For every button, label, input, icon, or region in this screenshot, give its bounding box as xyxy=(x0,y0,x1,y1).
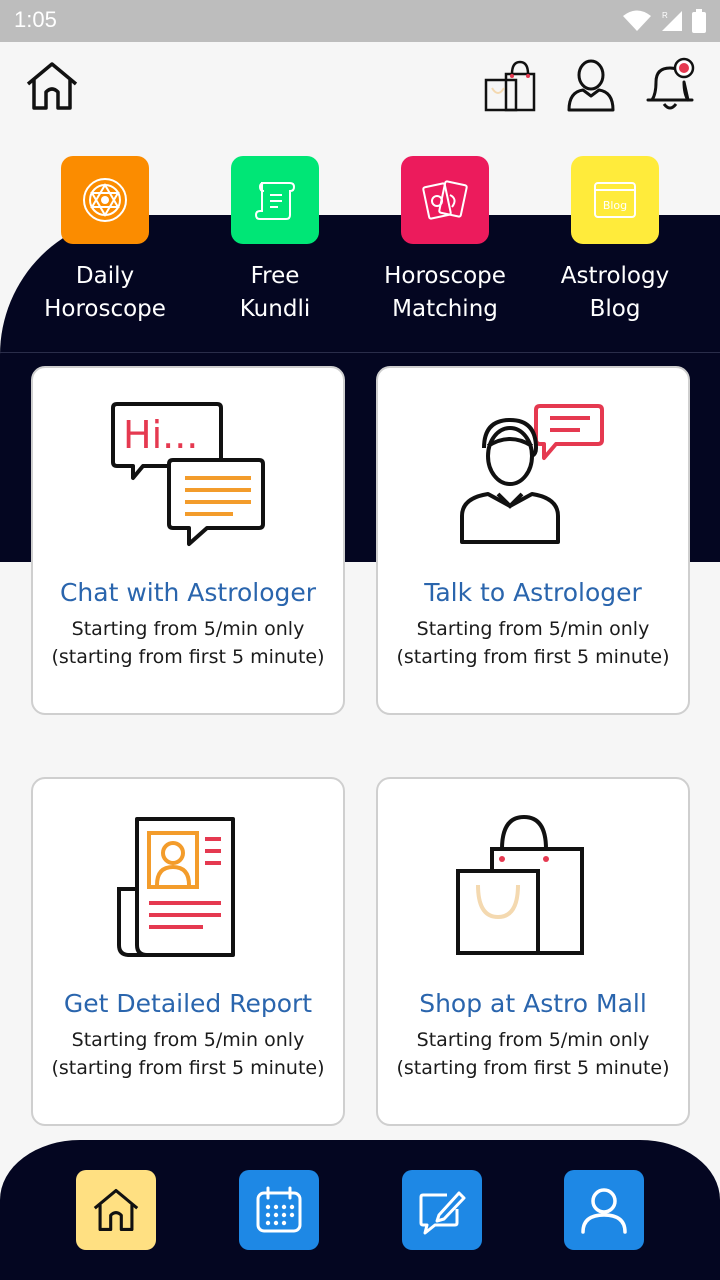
report-document-icon xyxy=(117,817,235,957)
signal-icon: R xyxy=(662,11,682,31)
wifi-icon xyxy=(623,10,651,31)
scroll-icon xyxy=(254,182,296,220)
profile-icon[interactable] xyxy=(566,58,616,114)
quick-label-line1: Free xyxy=(250,263,300,289)
quick-link-daily-horoscope[interactable]: Daily Horoscope xyxy=(20,156,190,326)
user-icon xyxy=(581,1188,627,1234)
quick-icon-bg xyxy=(401,156,489,244)
quick-icon-bg: Blog xyxy=(571,156,659,244)
status-icons: R xyxy=(622,8,706,34)
svg-text:Blog: Blog xyxy=(603,199,627,212)
card-get-detailed-report[interactable]: Get Detailed Report Starting from 5/min … xyxy=(31,777,345,1126)
nav-home-button[interactable] xyxy=(76,1170,156,1250)
card-talk-to-astrologer[interactable]: Talk to Astrologer Starting from 5/min o… xyxy=(376,366,690,715)
quick-label-line1: Astrology xyxy=(560,263,670,289)
card-title: Chat with Astrologer xyxy=(59,578,317,607)
card-title: Talk to Astrologer xyxy=(424,578,642,607)
card-title: Get Detailed Report xyxy=(63,989,313,1018)
chat-bubbles-icon: Hi... xyxy=(111,402,265,546)
card-subtitle: Starting from 5/min only xyxy=(71,1029,305,1051)
quick-icon-bg xyxy=(61,156,149,244)
card-subtitle: Starting from 5/min only xyxy=(71,618,305,640)
card-note: (starting from first 5 minute) xyxy=(51,1057,325,1079)
shopping-bags-icon xyxy=(456,814,584,955)
card-subtitle: Starting from 5/min only xyxy=(416,1029,650,1051)
quick-label-line1: Daily xyxy=(75,263,135,289)
quick-label-line1: Horoscope xyxy=(384,263,506,289)
card-title: Shop at Astro Mall xyxy=(419,989,647,1018)
card-note: (starting from first 5 minute) xyxy=(396,646,670,668)
svg-text:Hi...: Hi... xyxy=(123,413,198,457)
edit-note-icon xyxy=(419,1191,466,1235)
card-note: (starting from first 5 minute) xyxy=(51,646,325,668)
quick-label-line2: Horoscope xyxy=(44,296,166,322)
quick-link-astrology-blog[interactable]: Blog Astrology Blog xyxy=(530,156,700,326)
battery-icon xyxy=(692,9,706,33)
mandala-icon xyxy=(83,178,127,222)
nav-edit-button[interactable] xyxy=(402,1170,482,1250)
card-note: (starting from first 5 minute) xyxy=(396,1057,670,1079)
divider xyxy=(0,352,720,353)
quick-link-horoscope-matching[interactable]: Horoscope Matching xyxy=(360,156,530,326)
card-shop-at-astro-mall[interactable]: Shop at Astro Mall Starting from 5/min o… xyxy=(376,777,690,1126)
home-icon[interactable] xyxy=(24,60,80,112)
shopping-bag-icon[interactable] xyxy=(482,58,538,114)
bottom-nav xyxy=(0,1140,720,1280)
quick-label-line2: Matching xyxy=(392,296,498,322)
top-bar xyxy=(0,42,720,142)
quick-icon-bg xyxy=(231,156,319,244)
nav-calendar-button[interactable] xyxy=(239,1170,319,1250)
quick-link-free-kundli[interactable]: Free Kundli xyxy=(190,156,360,326)
tarot-cards-icon xyxy=(422,180,468,220)
quick-label-line2: Kundli xyxy=(239,296,311,322)
status-bar: 1:05 R xyxy=(0,0,720,42)
notification-bell-icon[interactable] xyxy=(642,56,698,114)
card-chat-with-astrologer[interactable]: Hi... Chat with Astrologer Starting from… xyxy=(31,366,345,715)
quick-label-line2: Blog xyxy=(589,296,641,322)
home-icon xyxy=(93,1188,139,1232)
status-time: 1:05 xyxy=(14,7,57,32)
nav-profile-button[interactable] xyxy=(564,1170,644,1250)
astrologer-call-icon xyxy=(460,404,604,544)
svg-text:R: R xyxy=(662,11,668,20)
blog-icon: Blog xyxy=(594,182,636,218)
calendar-icon xyxy=(256,1186,302,1233)
card-subtitle: Starting from 5/min only xyxy=(416,618,650,640)
